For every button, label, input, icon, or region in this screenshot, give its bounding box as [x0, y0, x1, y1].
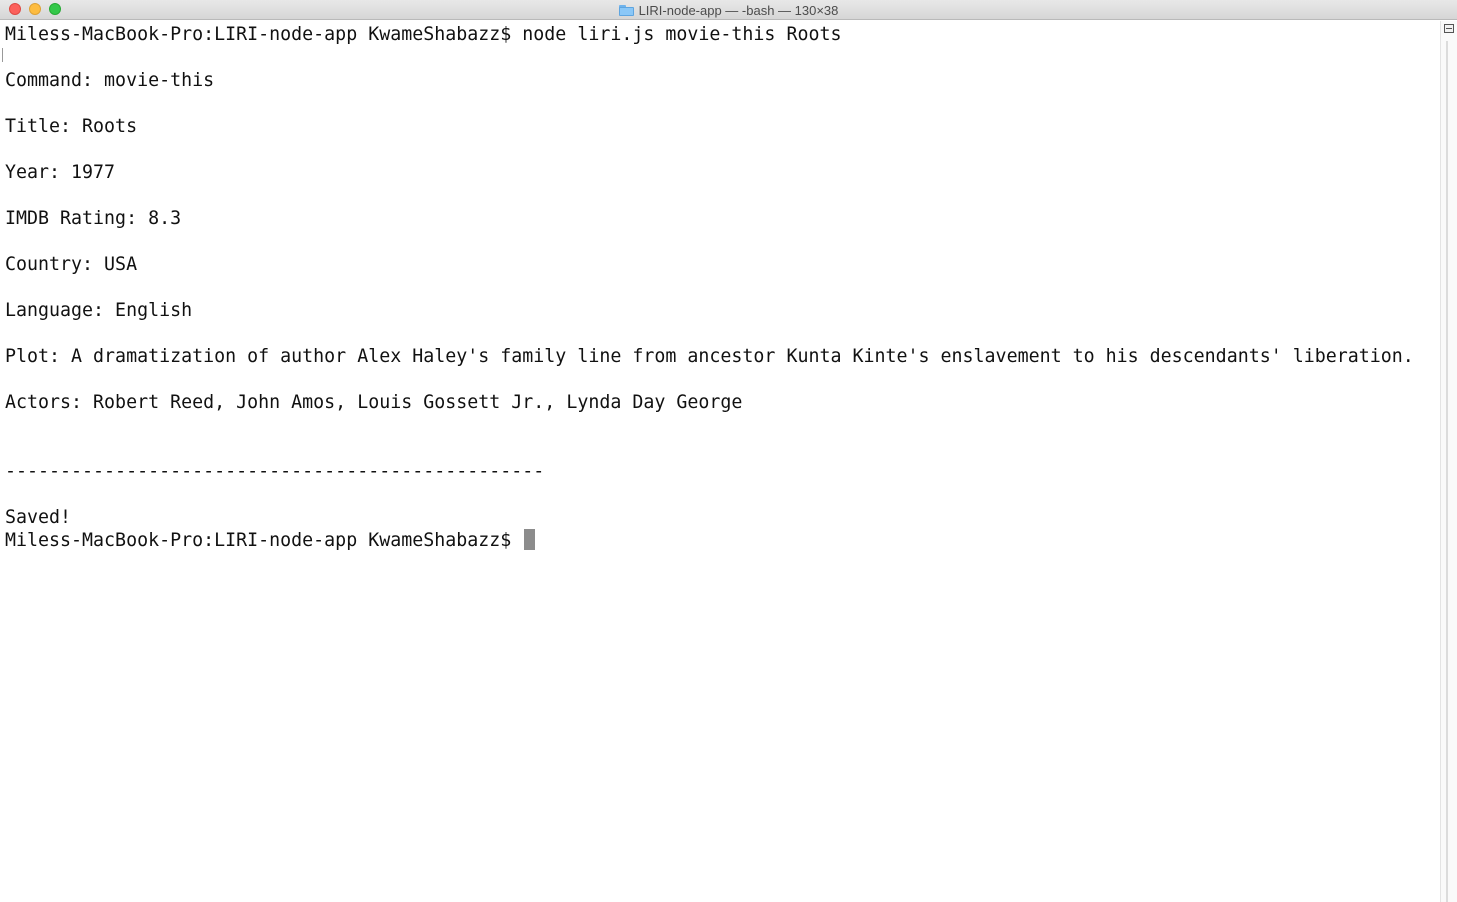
terminal-output-area[interactable]: Miless-MacBook-Pro:LIRI-node-app KwameSh… — [0, 21, 1440, 902]
terminal-line: Command: movie-this — [5, 70, 215, 91]
vertical-scrollbar[interactable] — [1440, 21, 1457, 902]
shell-prompt: Miless-MacBook-Pro:LIRI-node-app KwameSh… — [5, 530, 523, 551]
terminal-line: Actors: Robert Reed, John Amos, Louis Go… — [5, 392, 743, 413]
mark-indicator — [2, 48, 3, 62]
terminal-line: Country: USA — [5, 254, 138, 275]
title-bar[interactable]: LIRI-node-app — -bash — 130×38 — [0, 0, 1457, 20]
terminal-line: ----------------------------------------… — [5, 461, 545, 482]
window-title: LIRI-node-app — -bash — 130×38 — [638, 2, 839, 18]
window-title-group: LIRI-node-app — -bash — 130×38 — [0, 0, 1457, 20]
text-cursor — [524, 529, 536, 550]
terminal-line: Language: English — [5, 300, 193, 321]
split-pane-icon[interactable] — [1444, 24, 1454, 33]
terminal-line: Miless-MacBook-Pro:LIRI-node-app KwameSh… — [5, 24, 842, 45]
terminal-line: Title: Roots — [5, 116, 138, 137]
terminal-text: Miless-MacBook-Pro:LIRI-node-app KwameSh… — [5, 23, 1414, 552]
scrollbar-thumb[interactable] — [1446, 41, 1448, 902]
terminal-line: IMDB Rating: 8.3 — [5, 208, 182, 229]
terminal-line: Saved! — [5, 507, 72, 528]
terminal-window: LIRI-node-app — -bash — 130×38 Miless-Ma… — [0, 0, 1457, 902]
folder-icon — [618, 5, 634, 16]
terminal-line: Plot: A dramatization of author Alex Hal… — [5, 346, 1414, 367]
terminal-line: Year: 1977 — [5, 162, 116, 183]
prompt-line[interactable]: Miless-MacBook-Pro:LIRI-node-app KwameSh… — [5, 529, 1414, 552]
